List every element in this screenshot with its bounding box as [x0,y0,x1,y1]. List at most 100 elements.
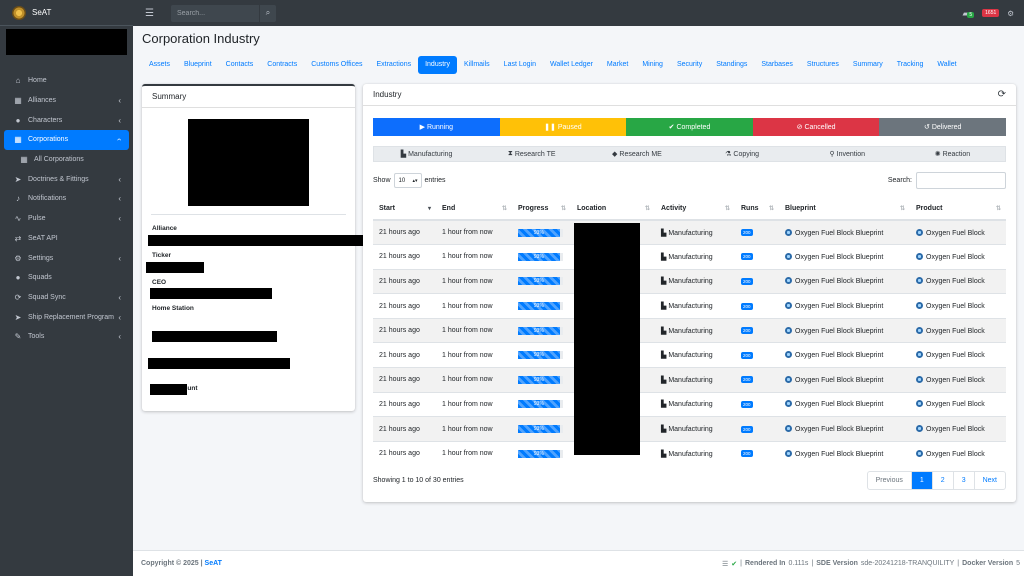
page-1-button[interactable]: 1 [910,472,932,489]
blueprint-icon [785,326,792,334]
sidebar-item-pulse[interactable]: ∿ Pulse ‹ [0,209,133,229]
product-label[interactable]: Oxygen Fuel Block [926,278,985,285]
filter-research-me-button[interactable]: ◆ Research ME [584,147,689,161]
tab-contacts[interactable]: Contacts [219,56,261,74]
column-header-product[interactable]: Product ⇅ [910,198,1006,221]
page-3-button[interactable]: 3 [952,472,974,489]
sidebar-item-ship-replacement-program[interactable]: ➤ Ship Replacement Program ‹ [0,307,133,327]
page-2-button[interactable]: 2 [931,472,953,489]
menu-toggle-icon[interactable]: ☰ [145,8,157,19]
blueprint-label[interactable]: Oxygen Fuel Block Blueprint [795,230,883,237]
table-row[interactable]: 21 hours ago 1 hour from now 93% ▙ Manufact… [373,391,1006,417]
status-completed-button[interactable]: ✔ Completed [626,118,753,136]
sidebar-item-seat-api[interactable]: ⇄ SeAT API [0,229,133,249]
product-label[interactable]: Oxygen Fuel Block [926,352,985,359]
product-label[interactable]: Oxygen Fuel Block [926,451,985,458]
product-label[interactable]: Oxygen Fuel Block [926,303,985,310]
table-row[interactable]: 21 hours ago 1 hour from now 93% ▙ Manufact… [373,268,1006,294]
table-row[interactable]: 21 hours ago 1 hour from now 93% ▙ Manufact… [373,219,1006,245]
seat-link[interactable]: SeAT [205,560,222,567]
sidebar-item-tools[interactable]: ✎ Tools ‹ [0,327,133,347]
blueprint-label[interactable]: Oxygen Fuel Block Blueprint [795,451,883,458]
page-length-select[interactable]: 10 ▴▾ [393,173,422,188]
search-input[interactable] [171,4,259,22]
tab-tracking[interactable]: Tracking [890,56,931,74]
user-panel-redacted[interactable] [6,29,127,55]
sidebar-item-all-corporations[interactable]: ▦ All Corporations [0,150,133,170]
table-search-input[interactable] [916,172,1006,189]
status-running-button[interactable]: ▶ Running [373,118,500,136]
filter-copying-button[interactable]: ⚗ Copying [690,147,795,161]
blueprint-label[interactable]: Oxygen Fuel Block Blueprint [795,401,883,408]
tab-last-login[interactable]: Last Login [497,56,543,74]
tab-standings[interactable]: Standings [709,56,754,74]
blueprint-label[interactable]: Oxygen Fuel Block Blueprint [795,278,883,285]
blueprint-label[interactable]: Oxygen Fuel Block Blueprint [795,254,883,261]
tab-extractions[interactable]: Extractions [369,56,418,74]
tab-wallet[interactable]: Wallet [930,56,963,74]
tab-summary[interactable]: Summary [846,56,890,74]
filter-research-te-button[interactable]: ⧗ Research TE [479,147,584,161]
tab-mining[interactable]: Mining [635,56,670,74]
product-label[interactable]: Oxygen Fuel Block [926,377,985,384]
tab-industry[interactable]: Industry [418,56,457,74]
page-previous-button[interactable]: Previous [868,472,911,489]
table-row[interactable]: 21 hours ago 1 hour from now 93% ▙ Manufact… [373,293,1006,319]
table-row[interactable]: 21 hours ago 1 hour from now 93% ▙ Manufact… [373,416,1006,442]
tab-customs-offices[interactable]: Customs Offices [304,56,369,74]
status-cancelled-button[interactable]: ⊘ Cancelled [752,118,880,136]
table-row[interactable]: 21 hours ago 1 hour from now 93% ▙ Manufact… [373,367,1006,393]
sidebar-item-squad-sync[interactable]: ⟳ Squad Sync ‹ [0,288,133,308]
sidebar-item-squads[interactable]: ● Squads [0,268,133,288]
blueprint-label[interactable]: Oxygen Fuel Block Blueprint [795,426,883,433]
sidebar-item-notifications[interactable]: ♪ Notifications ‹ [0,189,133,209]
error-badge[interactable]: 1651 [982,9,1000,17]
brand[interactable]: SeAT [0,0,133,26]
product-label[interactable]: Oxygen Fuel Block [926,254,985,261]
product-label[interactable]: Oxygen Fuel Block [926,328,985,335]
column-header-progress[interactable]: Progress ⇅ [512,198,571,221]
filter-reaction-button[interactable]: ✺ Reaction [900,147,1005,161]
product-label[interactable]: Oxygen Fuel Block [926,230,985,237]
tab-contracts[interactable]: Contracts [260,56,304,74]
table-row[interactable]: 21 hours ago 1 hour from now 93% ▙ Manufact… [373,317,1006,343]
blueprint-label[interactable]: Oxygen Fuel Block Blueprint [795,303,883,310]
status-paused-button[interactable]: ❚❚ Paused [499,118,627,136]
refresh-icon[interactable]: ⟳ [998,89,1006,100]
page-next-button[interactable]: Next [973,472,1005,489]
tab-structures[interactable]: Structures [800,56,846,74]
tab-wallet-ledger[interactable]: Wallet Ledger [543,56,600,74]
product-label[interactable]: Oxygen Fuel Block [926,426,985,433]
column-header-activity[interactable]: Activity ⇅ [655,198,735,221]
tab-starbases[interactable]: Starbases [754,56,800,74]
column-header-location[interactable]: Location ⇅ [571,198,655,221]
search-button[interactable]: ⌕ [259,4,276,22]
sidebar-item-home[interactable]: ⌂ Home [0,71,133,91]
column-header-end[interactable]: End ⇅ [436,198,512,221]
sidebar-item-alliances[interactable]: ▦ Alliances ‹ [0,91,133,111]
product-label[interactable]: Oxygen Fuel Block [926,401,985,408]
filter-invention-button[interactable]: ⚲ Invention [795,147,900,161]
filter-manufacturing-button[interactable]: ▙ Manufacturing [374,147,479,161]
tab-assets[interactable]: Assets [142,56,177,74]
sidebar-item-characters[interactable]: ● Characters ‹ [0,110,133,130]
settings-gear-icon[interactable]: ⚙ [1007,9,1014,18]
blueprint-label[interactable]: Oxygen Fuel Block Blueprint [795,377,883,384]
sidebar-item-corporations[interactable]: ▦ Corporations ‹ [4,130,129,150]
sidebar-item-doctrines-fittings[interactable]: ➤ Doctrines & Fittings ‹ [0,169,133,189]
column-header-runs[interactable]: Runs ⇅ [735,198,779,221]
blueprint-label[interactable]: Oxygen Fuel Block Blueprint [795,328,883,335]
tab-blueprint[interactable]: Blueprint [177,56,219,74]
tab-killmails[interactable]: Killmails [457,56,497,74]
status-delivered-button[interactable]: ↺ Delivered [879,118,1006,136]
queue-status[interactable]: ▰ 5 [962,9,975,18]
column-header-start[interactable]: Start ▾ [373,198,436,221]
table-row[interactable]: 21 hours ago 1 hour from now 93% ▙ Manufact… [373,440,1006,466]
table-row[interactable]: 21 hours ago 1 hour from now 93% ▙ Manufact… [373,342,1006,368]
table-row[interactable]: 21 hours ago 1 hour from now 93% ▙ Manufact… [373,244,1006,270]
column-header-blueprint[interactable]: Blueprint ⇅ [779,198,910,221]
blueprint-label[interactable]: Oxygen Fuel Block Blueprint [795,352,883,359]
tab-security[interactable]: Security [670,56,709,74]
tab-market[interactable]: Market [600,56,635,74]
sidebar-item-settings[interactable]: ⚙ Settings ‹ [0,248,133,268]
